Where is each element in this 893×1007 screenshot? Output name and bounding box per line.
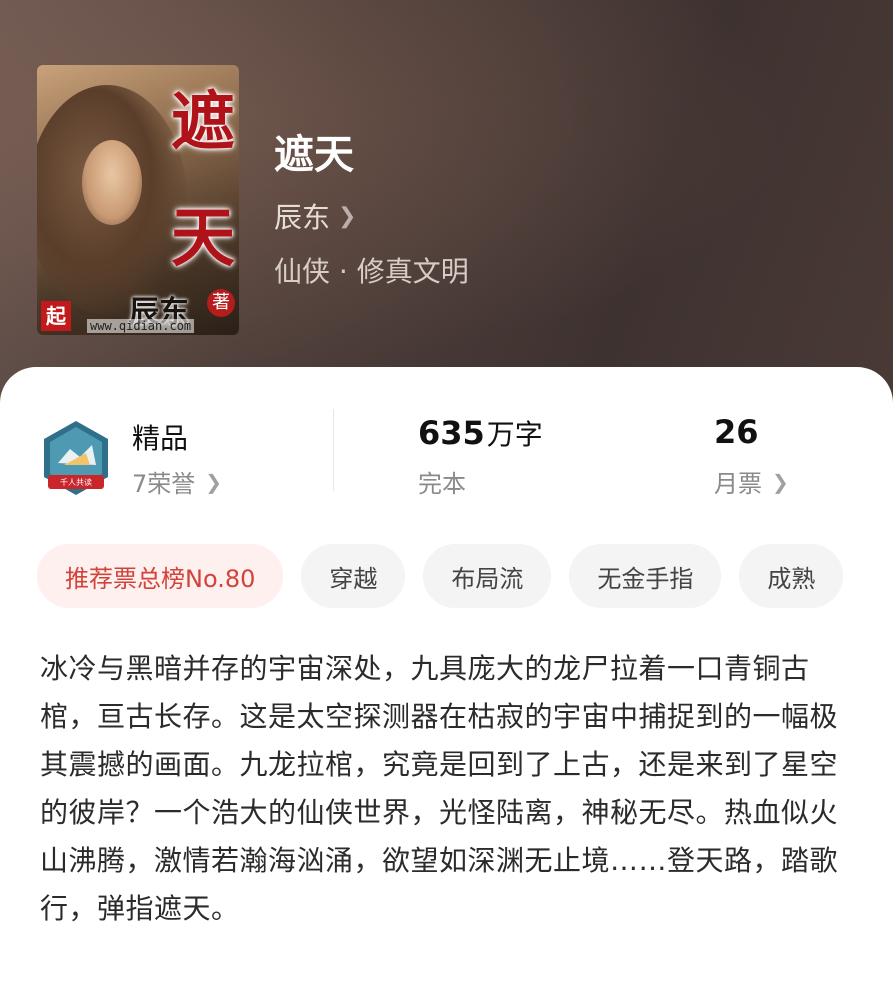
monthly-votes: 26: [714, 413, 759, 451]
tag-rank[interactable]: 推荐票总榜No.80: [37, 544, 284, 608]
word-count: 635 万字: [418, 413, 543, 453]
author-link[interactable]: 辰东 ❯: [274, 196, 356, 236]
quality-badge-icon[interactable]: 千人共读: [40, 419, 112, 497]
book-genre: 仙侠 · 修真文明: [274, 255, 469, 288]
book-title: 遮天: [274, 131, 354, 178]
word-count-unit: 万字: [486, 418, 543, 451]
tag-item[interactable]: 布局流: [423, 544, 552, 608]
cover-publisher-seal: 起: [41, 301, 71, 331]
book-description: 冰冷与黑暗并存的宇宙深处，九具庞大的龙尸拉着一口青铜古棺，亘古长存。这是太空探测…: [40, 652, 839, 925]
chevron-right-icon: ❯: [338, 203, 357, 229]
honors-link[interactable]: 7荣誉 ❯: [132, 464, 222, 499]
monthly-votes-value: 26: [714, 413, 759, 451]
chevron-right-icon: ❯: [205, 469, 223, 494]
honors-count: 7荣誉: [132, 470, 196, 498]
book-info-card: 千人共读 精品 7荣誉 ❯ 635 万字 完本 26 月票 ❯ 推荐票总榜No.…: [0, 367, 893, 1007]
monthly-votes-link[interactable]: 月票 ❯: [714, 464, 789, 499]
cover-title-char-2: 天: [171, 201, 235, 276]
tag-item[interactable]: 穿越: [301, 544, 406, 608]
tag-item[interactable]: 无金手指: [569, 544, 722, 608]
stats-divider: [333, 409, 334, 491]
quality-label: 精品: [132, 422, 189, 455]
badge-text: 千人共读: [60, 477, 92, 487]
book-cover[interactable]: 遮 天 辰东 著 起 www.qidian.com: [37, 65, 239, 335]
chevron-right-icon: ❯: [772, 469, 789, 494]
author-name: 辰东: [274, 201, 331, 234]
monthly-votes-label: 月票: [714, 470, 762, 498]
cover-face-art: [82, 140, 142, 225]
cover-site-url: www.qidian.com: [87, 319, 195, 333]
cover-author-seal: 著: [207, 289, 235, 317]
cover-title-char-1: 遮: [171, 85, 235, 160]
completion-status: 完本: [418, 470, 466, 498]
tag-list: 推荐票总榜No.80 穿越 布局流 无金手指 成熟: [37, 544, 844, 608]
tag-item[interactable]: 成熟: [739, 544, 844, 608]
word-count-value: 635: [418, 414, 485, 452]
